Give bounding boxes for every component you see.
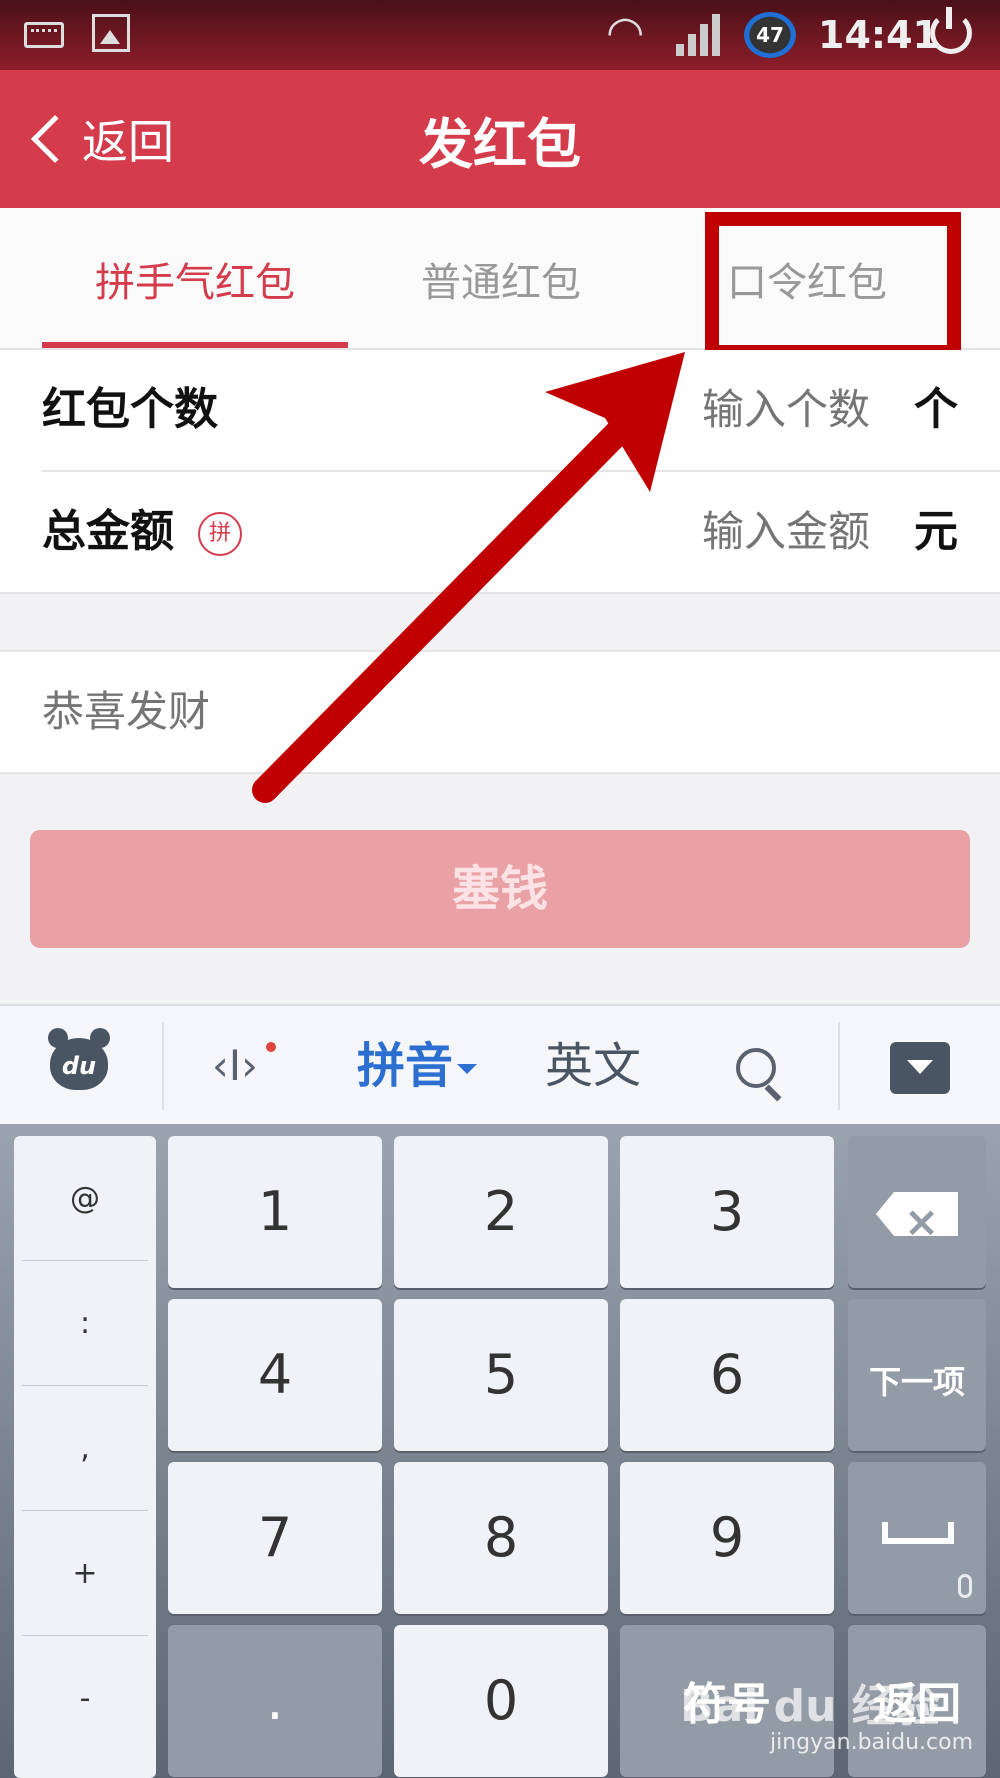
count-unit: 个 bbox=[914, 384, 958, 435]
active-tab-indicator bbox=[42, 342, 348, 348]
lucky-badge-icon[interactable]: 拼 bbox=[198, 512, 242, 556]
microphone-icon bbox=[958, 1574, 972, 1598]
count-label: 红包个数 bbox=[42, 384, 218, 435]
space-icon bbox=[882, 1522, 954, 1544]
key-4[interactable]: 4 bbox=[168, 1299, 382, 1451]
count-input[interactable] bbox=[630, 350, 870, 470]
key-1[interactable]: 1 bbox=[168, 1136, 382, 1288]
key-0[interactable]: 0 bbox=[394, 1625, 608, 1777]
status-bar: ◠ 47 14:41 bbox=[0, 0, 1000, 70]
space-button[interactable] bbox=[848, 1462, 986, 1614]
page-title: 发红包 bbox=[419, 113, 581, 176]
battery-icon: 47 bbox=[744, 12, 796, 58]
toolbar-divider bbox=[838, 1022, 840, 1110]
next-field-button[interactable]: 下一项 bbox=[848, 1299, 986, 1451]
side-key[interactable]: @ bbox=[22, 1136, 148, 1261]
key-8[interactable]: 8 bbox=[394, 1462, 608, 1614]
key-3[interactable]: 3 bbox=[620, 1136, 834, 1288]
message-section bbox=[0, 650, 1000, 774]
keyboard-icon bbox=[24, 22, 64, 48]
tab-normal-packet[interactable]: 普通红包 bbox=[348, 208, 654, 350]
hide-keyboard-icon[interactable] bbox=[890, 1042, 950, 1094]
title-bar: 返回 发红包 bbox=[0, 70, 1000, 208]
signal-icon bbox=[676, 14, 722, 56]
side-key[interactable]: : bbox=[22, 1261, 148, 1386]
key-5[interactable]: 5 bbox=[394, 1299, 608, 1451]
backspace-button[interactable] bbox=[848, 1136, 986, 1288]
baidu-ime-logo-icon[interactable]: du bbox=[48, 1028, 110, 1090]
key-7[interactable]: 7 bbox=[168, 1462, 382, 1614]
submit-button[interactable]: 塞钱 bbox=[30, 830, 970, 948]
tab-lucky-packet[interactable]: 拼手气红包 bbox=[42, 208, 348, 350]
amount-row: 总金额 拼 元 bbox=[42, 470, 1000, 592]
english-mode-button[interactable]: 英文 bbox=[538, 1006, 648, 1126]
side-key[interactable]: + bbox=[22, 1511, 148, 1636]
power-icon[interactable] bbox=[930, 7, 972, 54]
key-dot[interactable]: . bbox=[168, 1625, 382, 1777]
image-icon bbox=[92, 14, 130, 52]
symbol-column[interactable]: @ : , + - bbox=[14, 1136, 156, 1778]
caret-down-icon bbox=[457, 1064, 477, 1074]
watermark-logo: Bai du 经验 bbox=[680, 1681, 940, 1732]
toolbar-divider bbox=[162, 1022, 164, 1110]
amount-label: 总金额 bbox=[42, 506, 174, 557]
watermark-url: jingyan.baidu.com bbox=[770, 1730, 974, 1755]
key-6[interactable]: 6 bbox=[620, 1299, 834, 1451]
key-2[interactable]: 2 bbox=[394, 1136, 608, 1288]
amount-input[interactable] bbox=[630, 472, 870, 592]
pinyin-label: 拼音 bbox=[356, 1038, 453, 1094]
amount-unit: 元 bbox=[914, 506, 958, 557]
next-field-label: 下一项 bbox=[868, 1363, 965, 1401]
count-row: 红包个数 个 bbox=[42, 350, 1000, 470]
backspace-icon bbox=[876, 1192, 958, 1236]
keyboard-toolbar: du ‹I› 拼音 英文 bbox=[0, 1004, 1000, 1124]
notification-dot bbox=[266, 1042, 276, 1052]
message-input[interactable] bbox=[42, 652, 942, 772]
side-key[interactable]: - bbox=[22, 1636, 148, 1761]
search-icon[interactable] bbox=[736, 1048, 776, 1088]
annotation-highlight-box bbox=[705, 212, 961, 359]
pinyin-mode-button[interactable]: 拼音 bbox=[352, 1006, 482, 1126]
cursor-move-icon[interactable]: ‹I› bbox=[200, 1006, 270, 1126]
wifi-icon: ◠ bbox=[606, 7, 645, 58]
key-9[interactable]: 9 bbox=[620, 1462, 834, 1614]
side-key[interactable]: , bbox=[22, 1386, 148, 1511]
packet-form: 红包个数 个 总金额 拼 元 bbox=[0, 350, 1000, 594]
clock: 14:41 bbox=[818, 13, 939, 57]
